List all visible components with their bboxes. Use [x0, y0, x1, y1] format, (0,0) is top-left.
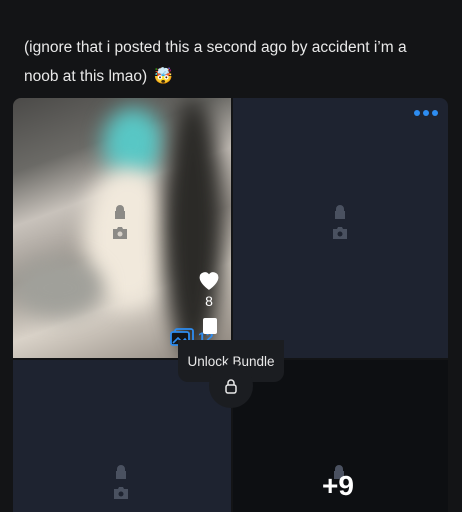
preview-blur-shape [13, 258, 103, 318]
like-button[interactable]: 8 [196, 268, 222, 309]
lock-icon [335, 205, 345, 219]
lock-icon [115, 205, 125, 219]
camera-icon [113, 227, 127, 239]
lock-icon [116, 465, 126, 479]
heart-icon [199, 272, 219, 290]
media-tile-locked[interactable] [13, 360, 231, 512]
more-dots-icon [423, 110, 429, 116]
camera-icon [114, 487, 128, 499]
more-options-button[interactable] [414, 110, 438, 116]
post-caption-text: (ignore that i posted this a second ago … [24, 39, 407, 85]
media-tile-preview[interactable] [13, 98, 231, 358]
tile-lock-icons [332, 204, 348, 240]
tile-lock-icons [113, 464, 129, 500]
bookmark-icon[interactable] [203, 318, 217, 334]
unlock-lock-badge [209, 364, 253, 408]
caption-emoji: 🤯 [153, 67, 173, 85]
post-caption: (ignore that i posted this a second ago … [24, 34, 444, 91]
lock-icon [225, 379, 237, 394]
like-count: 8 [205, 293, 213, 309]
media-tile-locked[interactable] [233, 98, 448, 358]
extra-media-count[interactable]: +9 [322, 470, 354, 502]
more-dots-icon [414, 110, 420, 116]
more-dots-icon [432, 110, 438, 116]
camera-icon [333, 227, 347, 239]
preview-lock-icons [112, 204, 128, 240]
